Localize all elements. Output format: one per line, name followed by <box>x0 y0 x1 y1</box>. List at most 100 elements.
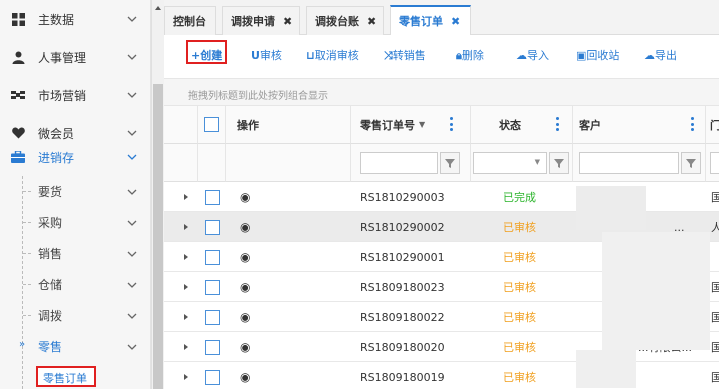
eye-icon[interactable]: ◉ <box>240 242 250 272</box>
sidebar-item-label: 要货 <box>38 185 63 199</box>
eye-icon[interactable]: ◉ <box>240 332 250 362</box>
column-menu-icon[interactable] <box>555 117 559 131</box>
header-order-no[interactable]: 零售订单号 ▼ <box>351 106 471 144</box>
sort-icon[interactable]: ▼ <box>419 120 425 129</box>
group-drop-area[interactable]: 拖拽列标题到此处按列组合显示 <box>164 78 719 106</box>
sidebar-item-retail[interactable]: » 零售 <box>0 331 151 362</box>
header-action[interactable]: 操作 <box>226 106 351 144</box>
eye-icon[interactable]: ◉ <box>240 182 250 212</box>
redacted-block <box>576 186 646 230</box>
export-button[interactable]: ☁导出 <box>644 47 677 63</box>
cell-status: 已审核 <box>503 311 536 324</box>
unaudit-button[interactable]: ⊔取消审核 <box>306 47 359 63</box>
row-checkbox[interactable] <box>205 309 220 325</box>
recycle-bin-button[interactable]: ▣回收站 <box>576 47 619 63</box>
eye-icon[interactable]: ◉ <box>240 362 250 389</box>
expand-icon[interactable] <box>184 224 188 230</box>
cell-status: 已完成 <box>503 191 536 204</box>
cell-status: 已审核 <box>503 281 536 294</box>
chevron-down-icon <box>127 130 137 136</box>
tab-retail-order[interactable]: 零售订单 ✖ <box>390 5 471 35</box>
cell-status: 已审核 <box>503 221 536 234</box>
sidebar-item-transfer[interactable]: 调拨 <box>0 300 151 331</box>
sidebar-item-label: 销售 <box>38 247 63 261</box>
tab-label: 调拨申请 <box>231 15 275 28</box>
cell-order-no: RS1810290002 <box>360 220 445 234</box>
eye-icon[interactable]: ◉ <box>240 212 250 242</box>
expand-icon[interactable] <box>184 254 188 260</box>
row-checkbox[interactable] <box>205 279 220 295</box>
header-customer[interactable]: 客户 <box>573 106 706 144</box>
cell-order-no: RS1809180022 <box>360 310 445 324</box>
shuffle-icon: ⤨ <box>384 49 393 62</box>
unaudit-label: 取消审核 <box>314 49 359 62</box>
eye-icon[interactable]: ◉ <box>240 272 250 302</box>
cell-more: 国 <box>711 371 719 384</box>
expand-icon[interactable] <box>184 314 188 320</box>
sidebar-item-sales[interactable]: 销售 <box>0 238 151 269</box>
tab-console[interactable]: 控制台 <box>164 6 216 35</box>
tab-transfer-request[interactable]: 调拨申请 ✖ <box>222 6 300 35</box>
scroll-up-icon[interactable] <box>155 6 161 10</box>
tab-bar: 控制台 调拨申请 ✖ 调拨台账 ✖ 零售订单 ✖ <box>164 0 719 35</box>
cell-more: 国 <box>711 281 719 294</box>
close-icon[interactable]: ✖ <box>367 15 376 28</box>
filter-customer-input[interactable] <box>579 152 679 174</box>
delete-button[interactable]: 🔒︎删除 <box>456 47 484 63</box>
filter-icon[interactable] <box>549 152 569 174</box>
expand-icon[interactable] <box>184 344 188 350</box>
row-checkbox[interactable] <box>205 339 220 355</box>
cloud-download-icon: ☁ <box>644 49 655 62</box>
chevron-down-icon <box>127 189 137 195</box>
filter-status-select[interactable]: ▼ <box>473 152 547 174</box>
row-checkbox[interactable] <box>205 249 220 265</box>
import-button[interactable]: ☁导入 <box>516 47 549 63</box>
unaudit-icon: ⊔ <box>306 49 315 62</box>
column-menu-icon[interactable] <box>690 117 694 131</box>
header-more[interactable]: 门 <box>706 106 719 144</box>
chevron-down-icon <box>127 344 137 350</box>
close-icon[interactable]: ✖ <box>451 15 460 28</box>
header-select-all[interactable] <box>198 106 226 144</box>
tab-transfer-ledger[interactable]: 调拨台账 ✖ <box>306 6 384 35</box>
chevron-down-icon <box>127 251 137 257</box>
sidebar-item-master-data[interactable]: 主数据 <box>0 0 151 38</box>
sidebar-item-purchase[interactable]: 采购 <box>0 207 151 238</box>
expand-icon[interactable] <box>184 194 188 200</box>
sidebar-item-hr[interactable]: 人事管理 <box>0 38 151 76</box>
sidebar-item-label: 调拨 <box>38 309 63 323</box>
select-all-checkbox[interactable] <box>204 117 219 132</box>
audit-button[interactable]: U审核 <box>251 47 282 63</box>
sidebar-item-storage[interactable]: 仓储 <box>0 269 151 300</box>
filter-icon[interactable] <box>440 152 460 174</box>
group-hint-text: 拖拽列标题到此处按列组合显示 <box>188 91 328 102</box>
sidebar-item-inventory[interactable]: 进销存 <box>0 138 151 176</box>
sidebar-item-marketing[interactable]: 市场营销 <box>0 76 151 114</box>
filter-status: ▼ <box>471 144 573 182</box>
sidebar-item-requisition[interactable]: 要货 <box>0 176 151 207</box>
row-checkbox[interactable] <box>205 219 220 235</box>
filter-order-no <box>351 144 471 182</box>
expand-icon[interactable] <box>184 374 188 380</box>
column-menu-icon[interactable] <box>449 117 453 131</box>
eye-icon[interactable]: ◉ <box>240 302 250 332</box>
filter-icon[interactable] <box>681 152 701 174</box>
sidebar: 主数据 人事管理 市场营销 微会员 进销存 要货 采购 销售 仓储 调拨 » 零… <box>0 0 151 389</box>
audit-label: 审核 <box>259 49 282 62</box>
filter-order-no-input[interactable] <box>360 152 438 174</box>
scroll-thumb[interactable] <box>153 84 163 389</box>
cell-status: 已审核 <box>503 341 536 354</box>
grid-icon <box>11 12 25 26</box>
data-grid: 操作 零售订单号 ▼ 状态 客户 门 ▼ ◉ RS1810290003 已完成 … <box>164 106 719 389</box>
header-status[interactable]: 状态 <box>471 106 573 144</box>
sidebar-scrollbar[interactable] <box>151 0 164 389</box>
row-checkbox[interactable] <box>205 189 220 205</box>
app-root: 主数据 人事管理 市场营销 微会员 进销存 要货 采购 销售 仓储 调拨 » 零… <box>0 0 719 389</box>
to-sales-button[interactable]: ⤨转销售 <box>384 47 426 63</box>
expand-icon[interactable] <box>184 284 188 290</box>
close-icon[interactable]: ✖ <box>283 15 292 28</box>
trash-icon: ▣ <box>576 49 587 62</box>
filter-customer <box>573 144 706 182</box>
row-checkbox[interactable] <box>205 369 220 385</box>
sidebar-item-retail-order[interactable]: 零售订单 <box>43 370 87 386</box>
